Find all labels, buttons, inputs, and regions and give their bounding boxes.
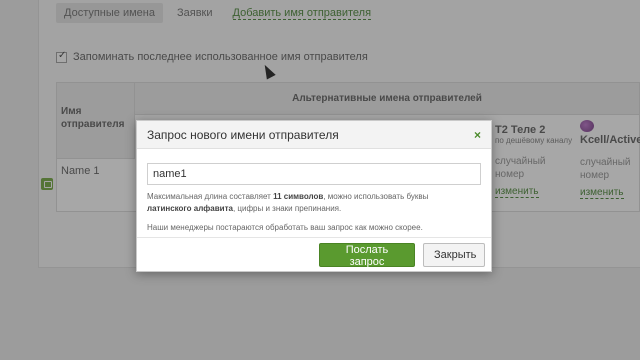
modal-header: Запрос нового имени отправителя × [137,121,491,149]
hint-text: Максимальная длина составляет [147,192,274,201]
managers-note: Наши менеджеры постараются обработать ва… [147,223,423,232]
modal-title: Запрос нового имени отправителя [147,127,339,142]
modal-body: Максимальная длина составляет 11 символо… [137,149,491,232]
hint-text: , цифры и знаки препинания. [232,204,342,213]
hint-bold-length: 11 символов [273,192,324,201]
sender-name-input[interactable] [147,163,481,185]
send-request-button[interactable]: Послать запрос [319,242,415,268]
close-button[interactable]: Закрыть [423,242,485,267]
modal-footer: Послать запрос Закрыть [137,237,491,271]
new-sender-modal: Запрос нового имени отправителя × Максим… [136,120,492,272]
close-icon[interactable]: × [474,128,481,142]
length-hint: Максимальная длина составляет 11 символо… [147,191,481,215]
hint-bold-alphabet: латинского алфавита [147,204,233,213]
hint-text: , можно использовать буквы [323,192,429,201]
